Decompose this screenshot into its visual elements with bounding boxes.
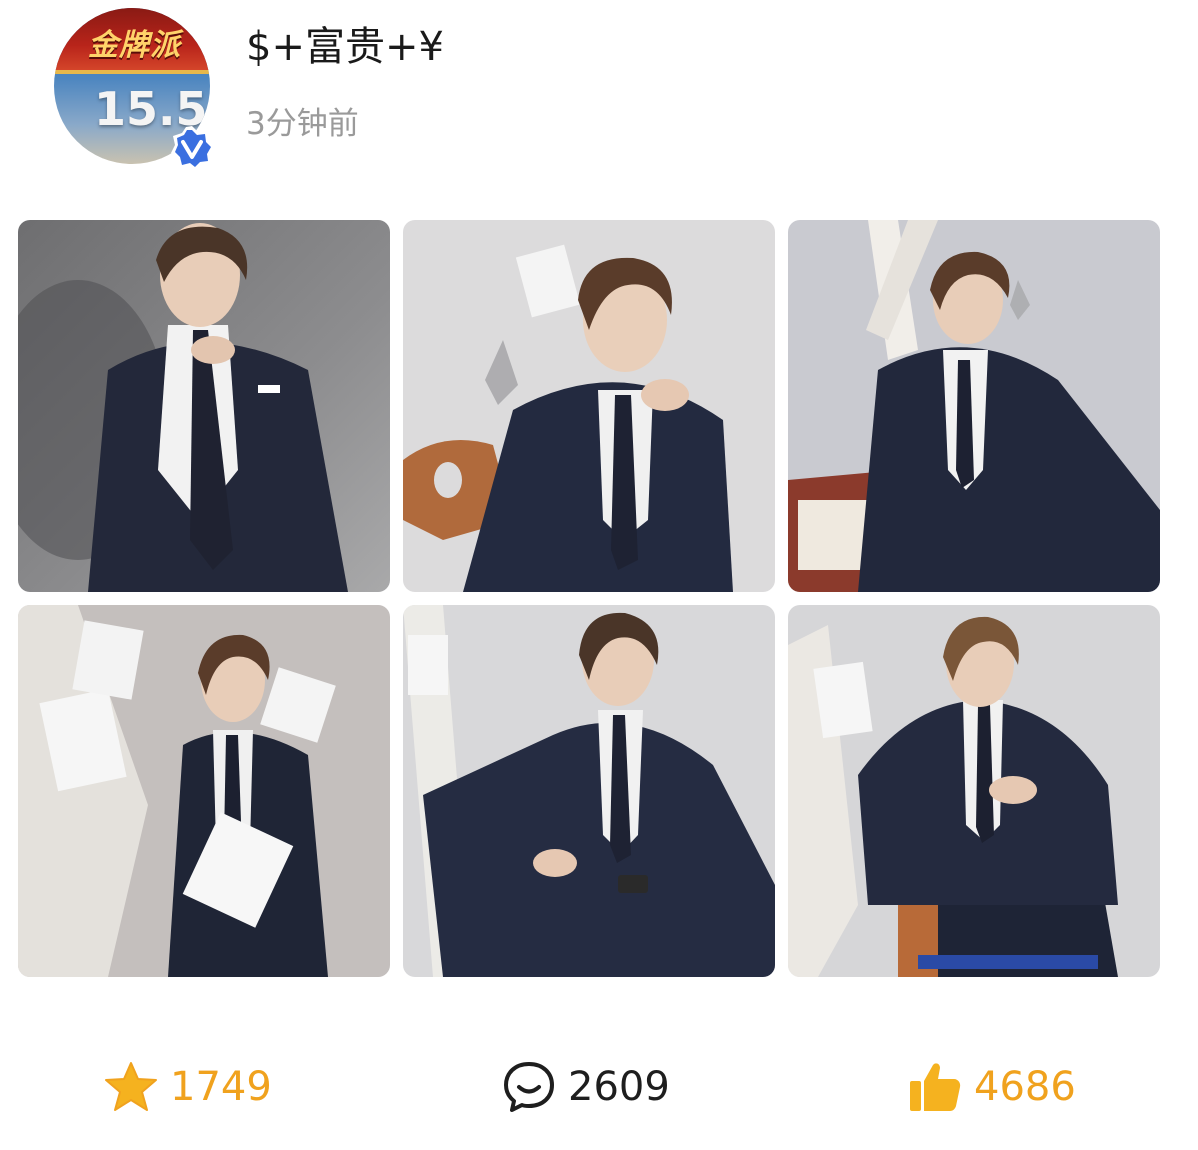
photo-1[interactable] [18,220,390,592]
photo-4[interactable] [18,605,390,977]
verified-v-badge-icon [168,124,216,172]
photo-5[interactable] [403,605,775,977]
author-name[interactable]: $+富贵+¥ [246,22,444,72]
favorite-button[interactable]: 1749 [104,1060,272,1114]
photo-3[interactable] [788,220,1160,592]
avatar-banner-text: 金牌派 [88,28,181,63]
photo-6[interactable] [788,605,1160,977]
post-time: 3分钟前 [246,106,359,142]
star-icon [104,1061,158,1113]
like-count: 4686 [974,1064,1076,1110]
comment-bubble-icon [502,1060,556,1114]
author-avatar[interactable]: 金牌派 15.5 [54,8,214,170]
comment-button[interactable]: 2609 [502,1060,670,1114]
like-button[interactable]: 4686 [908,1060,1076,1114]
photo-2[interactable] [403,220,775,592]
favorite-count: 1749 [170,1064,272,1110]
comment-count: 2609 [568,1064,670,1110]
thumbs-up-icon [908,1061,962,1113]
